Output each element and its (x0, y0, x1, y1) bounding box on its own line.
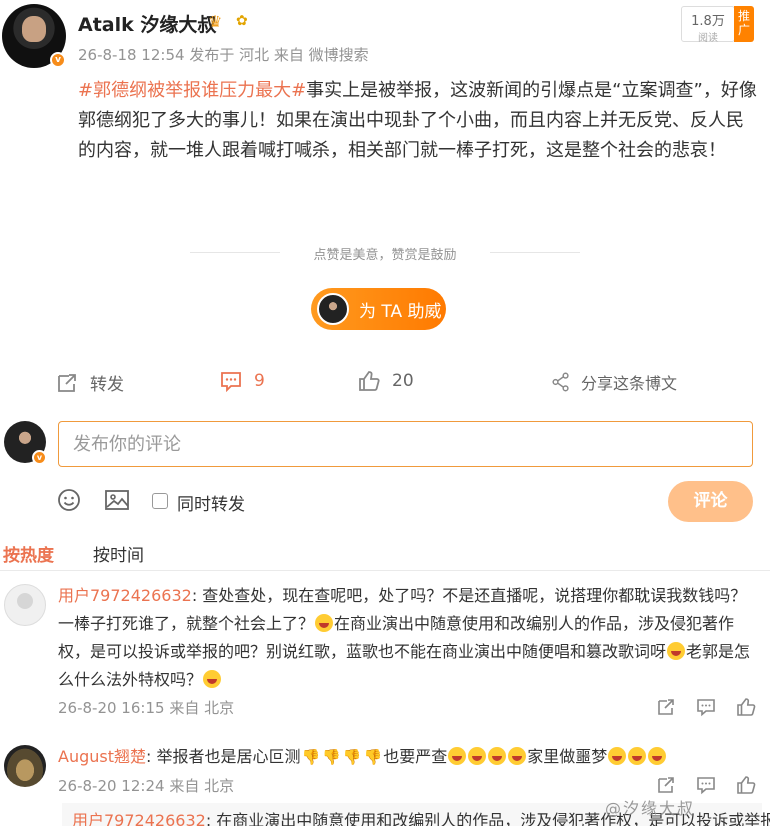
thumbs-down-emoji-icon: 👎 (363, 748, 383, 766)
post-source: 来自 微博搜索 (273, 46, 369, 64)
repost-icon[interactable] (656, 775, 676, 795)
crown-icon: ♛ (208, 12, 223, 31)
comment-location: 来自 北京 (169, 777, 235, 795)
comment-text: August翘楚: 举报者也是居心叵测👎 👎 👎 👎也要严查 家里做噩梦 (58, 743, 758, 771)
my-verified-badge-icon: v (32, 450, 47, 465)
author-name[interactable]: Atalk 汐缘大叔 (78, 10, 216, 37)
comment-username[interactable]: 用户7972426632 (58, 586, 192, 605)
comment-avatar[interactable] (4, 584, 46, 626)
thumbs-down-emoji-icon: 👎 (322, 748, 341, 766)
comment-input[interactable] (58, 421, 753, 467)
sunflower-icon: ✿ (236, 13, 248, 29)
watermark: @汐缘大叔 (605, 799, 696, 818)
comment-meta: 26-8-20 12:24 来自 北京 (58, 775, 234, 796)
boost-label: 为 TA 助威 (359, 301, 442, 322)
repost-icon (58, 373, 76, 392)
share-label: 分享这条博文 (581, 374, 678, 393)
reply-username[interactable]: 用户7972426632 (72, 811, 206, 826)
laughing-emoji-icon (315, 614, 334, 632)
laughing-emoji-icon (203, 670, 222, 688)
share-icon (552, 372, 569, 392)
thumbs-up-icon[interactable] (736, 775, 756, 795)
comment-time: 26-8-20 16:15 (58, 699, 165, 717)
thumbs-up-icon[interactable] (736, 697, 756, 717)
sort-by-hot-tab[interactable]: 按热度 (3, 541, 54, 566)
boost-avatar (317, 293, 349, 325)
image-upload-icon[interactable] (104, 488, 130, 512)
reply-icon[interactable] (696, 697, 716, 717)
laughing-emoji-icon (508, 747, 527, 765)
laughing-emoji-icon (628, 747, 647, 765)
repost-check-label[interactable]: 同时转发 (177, 490, 245, 515)
boost-button[interactable]: 为 TA 助威 (311, 288, 446, 330)
repost-label: 转发 (90, 375, 124, 395)
grin-emoji-icon (667, 642, 686, 660)
post-body: #郭德纲被举报谁压力最大#事实上是被举报，这波新闻的引爆点是“立案调查”，好像郭… (78, 76, 758, 166)
verified-badge-icon: v (50, 52, 66, 68)
hashtag-link[interactable]: #郭德纲被举报谁压力最大# (78, 80, 306, 101)
repost-checkbox[interactable] (152, 493, 168, 509)
comment-avatar[interactable] (4, 745, 46, 787)
laughing-emoji-icon (468, 747, 487, 765)
comment-text-part: 家里做噩梦 (527, 747, 608, 766)
post-meta: 26-8-18 12:54 发布于 河北 来自 微博搜索 (78, 44, 369, 65)
comment-button[interactable]: 9 (220, 370, 265, 392)
comment-icon (221, 372, 241, 392)
submit-comment-button[interactable]: 评论 (668, 481, 753, 522)
laughing-emoji-icon (448, 747, 467, 765)
comment-username[interactable]: August翘楚 (58, 747, 146, 766)
comment-text-part: 也要严查 (383, 747, 448, 766)
comment-meta: 26-8-20 16:15 来自 北京 (58, 697, 234, 718)
laughing-emoji-icon (608, 747, 627, 765)
divider-right (490, 252, 580, 253)
reply-icon[interactable] (696, 775, 716, 795)
repost-button[interactable]: 转发 (56, 370, 124, 395)
read-count: 1.8万 (691, 14, 725, 29)
sort-by-time-tab[interactable]: 按时间 (93, 541, 144, 566)
read-count-box: 1.8万 阅读 (681, 6, 735, 44)
thumbs-down-emoji-icon: 👎 (301, 748, 321, 766)
divider (0, 570, 770, 571)
share-button[interactable]: 分享这条博文 (551, 370, 677, 394)
comment-count: 9 (254, 371, 265, 391)
laughing-emoji-icon (648, 747, 667, 765)
like-hint: 点赞是美意，赞赏是鼓励 (313, 248, 457, 263)
thumbs-down-emoji-icon: 👎 (342, 748, 362, 766)
post-timestamp[interactable]: 26-8-18 12:54 (78, 46, 185, 64)
like-count: 20 (392, 371, 414, 391)
comment-text: 用户7972426632: 查处查处，现在查呢吧，处了吗？不是还直播呢，说搭理你… (58, 586, 751, 689)
comment-time: 26-8-20 12:24 (58, 777, 165, 795)
promote-button[interactable]: 推广 (734, 6, 754, 42)
thumbs-up-icon (359, 371, 380, 391)
like-button[interactable]: 20 (358, 370, 414, 392)
emoji-picker-icon[interactable] (57, 488, 81, 512)
laughing-emoji-icon (488, 747, 507, 765)
read-label: 阅读 (698, 33, 718, 44)
post-location: 发布于 河北 (189, 46, 270, 64)
comment-text-part: 举报者也是居心叵测 (156, 747, 301, 766)
comment-location: 来自 北京 (169, 699, 235, 717)
repost-icon[interactable] (656, 697, 676, 717)
